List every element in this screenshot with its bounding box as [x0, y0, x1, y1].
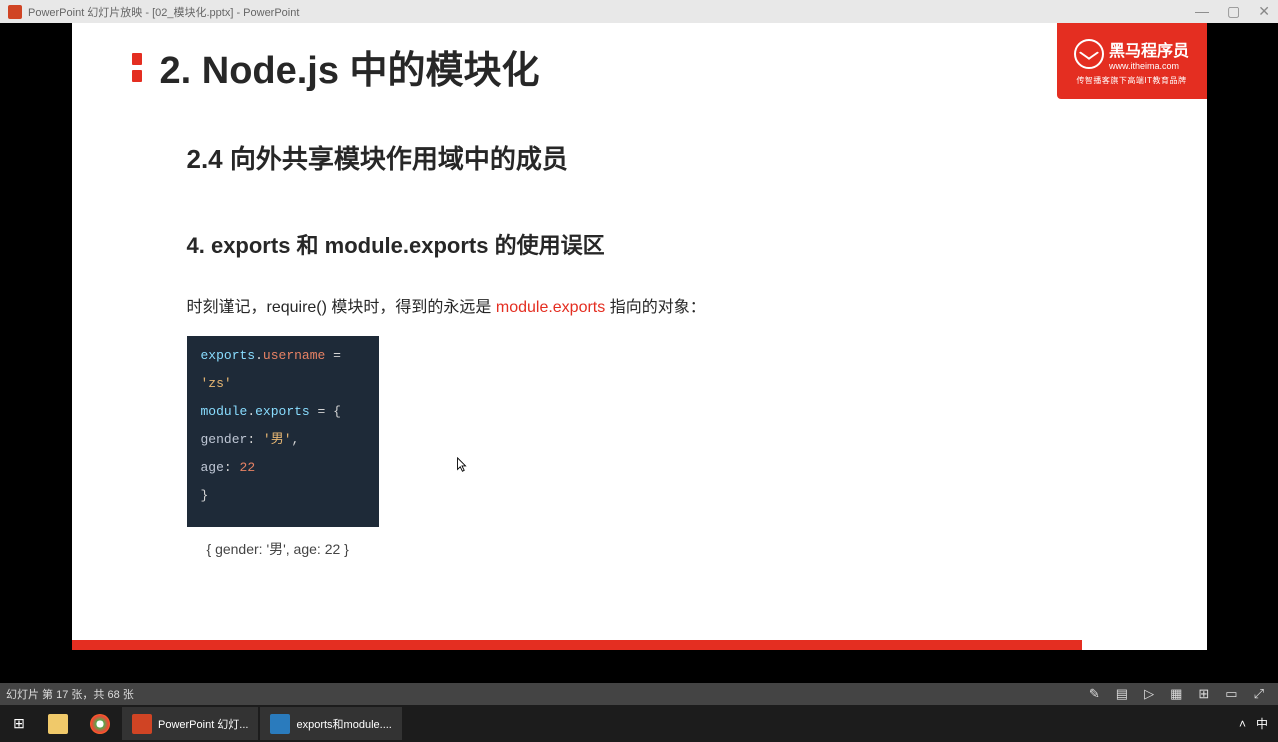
body-highlight: module.exports	[496, 299, 605, 316]
brand-badge: 黑马程序员 www.itheima.com 传智播客旗下高端IT教育品牌	[1057, 23, 1207, 99]
sorter-view-icon[interactable]: ⊞	[1190, 686, 1217, 702]
slideshow-icon[interactable]: ▷	[1136, 686, 1162, 702]
code-token: .	[255, 348, 263, 363]
code-token: 22	[240, 460, 256, 475]
status-bar: 幻灯片 第 17 张，共 68 张 ✎ ▤ ▷ ▦ ⊞ ▭ ⤢	[0, 683, 1278, 705]
code-token: :	[224, 460, 240, 475]
code-token: module	[201, 404, 248, 419]
slide-heading-1: 2. Node.js 中的模块化	[160, 39, 540, 94]
powerpoint-task-label: PowerPoint 幻灯...	[158, 716, 248, 732]
slide: 黑马程序员 www.itheima.com 传智播客旗下高端IT教育品牌 2. …	[72, 23, 1207, 650]
system-tray: ˄ 中	[1231, 715, 1276, 732]
slide-body: 时刻谨记，require() 模块时，得到的永远是 module.exports…	[187, 293, 706, 317]
window-title: PowerPoint 幻灯片放映 - [02_模块化.pptx] - Power…	[28, 4, 1195, 20]
close-button[interactable]: ✕	[1258, 3, 1270, 20]
tray-chevron-icon[interactable]: ˄	[1239, 717, 1246, 731]
slideshow-area[interactable]: 黑马程序员 www.itheima.com 传智播客旗下高端IT教育品牌 2. …	[0, 23, 1278, 683]
window-controls: — ▢ ✕	[1195, 3, 1270, 20]
code-token: exports	[201, 348, 256, 363]
code-token: age	[201, 460, 224, 475]
code-token: 'zs'	[201, 376, 232, 391]
chrome-button[interactable]	[80, 707, 120, 740]
code-token: .	[247, 404, 255, 419]
slide-heading-2: 2.4 向外共享模块作用域中的成员	[187, 139, 568, 176]
restore-button[interactable]: ▢	[1227, 3, 1240, 20]
start-button[interactable]: ⊞	[2, 707, 36, 740]
body-post: 指向的对象：	[605, 299, 705, 316]
file-explorer-button[interactable]	[38, 707, 78, 740]
brand-url: www.itheima.com	[1109, 61, 1189, 71]
zoom-icon[interactable]: ⤢	[1246, 686, 1272, 702]
powerpoint-icon	[8, 5, 22, 19]
brand-name: 黑马程序员	[1109, 37, 1189, 61]
title-bar: PowerPoint 幻灯片放映 - [02_模块化.pptx] - Power…	[0, 0, 1278, 23]
minimize-button[interactable]: —	[1195, 3, 1209, 20]
pen-tool-icon[interactable]: ✎	[1081, 686, 1108, 702]
code-token: exports	[255, 404, 310, 419]
body-pre: 时刻谨记，require() 模块时，得到的永远是	[187, 299, 496, 316]
slide-footer-bar	[72, 640, 1082, 650]
heading-bullets-icon	[132, 53, 142, 82]
code-token: ,	[292, 432, 300, 447]
code-token: }	[201, 488, 209, 503]
brand-logo-icon	[1074, 39, 1104, 69]
notes-icon[interactable]: ▤	[1108, 686, 1136, 702]
ime-indicator[interactable]: 中	[1256, 715, 1268, 732]
powerpoint-task[interactable]: PowerPoint 幻灯...	[122, 707, 258, 740]
reading-view-icon[interactable]: ▭	[1217, 686, 1245, 702]
slide-heading-3: 4. exports 和 module.exports 的使用误区	[187, 228, 605, 260]
vscode-task-label: exports和module....	[296, 716, 391, 732]
code-output: { gender: '男', age: 22 }	[207, 539, 349, 559]
code-token: '男'	[263, 432, 292, 447]
slide-counter: 幻灯片 第 17 张，共 68 张	[6, 686, 134, 702]
normal-view-icon[interactable]: ▦	[1162, 686, 1190, 702]
code-token: =	[325, 348, 341, 363]
code-token: = {	[310, 404, 341, 419]
code-token: gender	[201, 432, 248, 447]
brand-slogan: 传智播客旗下高端IT教育品牌	[1076, 75, 1186, 86]
code-block: exports.username = 'zs' module.exports =…	[187, 336, 379, 527]
code-token: :	[247, 432, 263, 447]
taskbar: ⊞ PowerPoint 幻灯... exports和module.... ˄ …	[0, 705, 1278, 742]
code-token: username	[263, 348, 325, 363]
vscode-task[interactable]: exports和module....	[260, 707, 401, 740]
